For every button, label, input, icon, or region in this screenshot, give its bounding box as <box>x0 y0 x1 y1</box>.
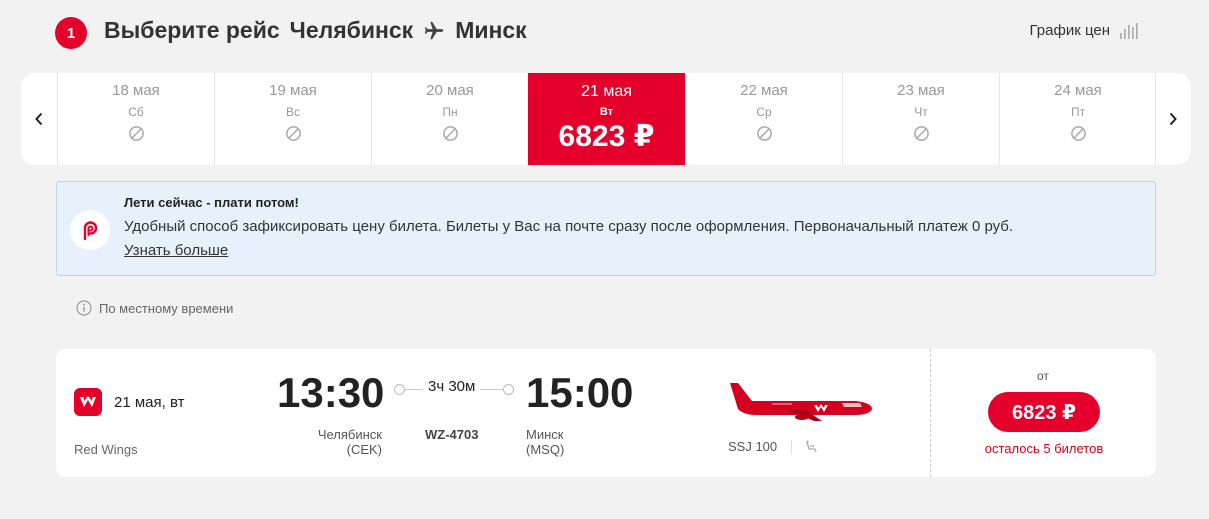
origin-city: Челябинск <box>289 17 414 43</box>
select-flight-price-button[interactable]: 6823 ₽ <box>988 392 1100 432</box>
chevron-right-icon <box>1169 112 1177 126</box>
aircraft-model: SSJ 100 <box>728 439 818 454</box>
departure-city-name: Челябинск <box>317 427 382 442</box>
info-icon <box>76 300 92 316</box>
weekday-label: Чт <box>914 105 928 119</box>
price-graph-label: График цен <box>1029 22 1110 39</box>
unavailable-icon <box>372 125 528 142</box>
weekday-label: Пн <box>442 105 458 119</box>
date-cell-24[interactable]: 24 мая Пт <box>999 73 1156 165</box>
card-divider <box>930 349 931 477</box>
learn-more-link[interactable]: Узнать больше <box>124 242 228 259</box>
date-cell-18[interactable]: 18 мая Сб <box>57 73 214 165</box>
aircraft-image <box>730 383 872 421</box>
destination-city: Минск <box>455 17 527 43</box>
flight-card[interactable]: 21 мая, вт Red Wings 13:30 3ч 30м 15:00 … <box>56 349 1156 477</box>
date-label: 20 мая <box>426 82 474 99</box>
date-label: 18 мая <box>112 82 160 99</box>
flight-number: WZ-4703 <box>425 427 479 442</box>
arrival-time: 15:00 <box>526 369 634 416</box>
date-cell-20[interactable]: 20 мая Пн <box>371 73 528 165</box>
prev-dates-button[interactable] <box>21 73 57 165</box>
unavailable-icon <box>843 125 999 142</box>
step-badge: 1 <box>55 17 87 49</box>
arrival-airport-code: (MSQ) <box>526 442 565 457</box>
unavailable-icon <box>686 125 842 142</box>
unavailable-icon <box>58 125 214 142</box>
date-cell-22[interactable]: 22 мая Ср <box>685 73 842 165</box>
local-time-notice: По местному времени <box>76 300 233 316</box>
aircraft-model-label: SSJ 100 <box>728 439 778 454</box>
date-label: 22 мая <box>740 82 788 99</box>
chevron-left-icon <box>35 112 43 126</box>
title-prefix: Выберите рейс <box>104 17 280 43</box>
weekday-label: Сб <box>128 105 144 119</box>
weekday-label: Пт <box>1070 105 1086 119</box>
local-time-label: По местному времени <box>99 300 234 316</box>
page-title: Выберите рейс Челябинск Минск <box>104 17 527 44</box>
installment-logo-icon <box>70 210 110 250</box>
flight-date: 21 мая, вт <box>114 394 185 411</box>
date-label: 21 мая <box>581 83 632 100</box>
date-cell-23[interactable]: 23 мая Чт <box>842 73 999 165</box>
date-price: 6823 ₽ <box>558 120 655 153</box>
airline-name: Red Wings <box>74 442 138 457</box>
weekday-label: Вт <box>599 106 614 118</box>
arrival-city-name: Минск <box>526 427 564 442</box>
arrival-city: Минск (MSQ) <box>526 427 564 457</box>
red-wings-logo <box>74 388 102 416</box>
installment-promo-banner: Лети сейчас - плати потом! Удобный спосо… <box>56 181 1156 276</box>
departure-dot <box>394 384 405 395</box>
departure-airport-code: (CEK) <box>346 442 382 457</box>
bar-chart-icon <box>1120 22 1138 39</box>
date-selector: 18 мая Сб 19 мая Вс 20 мая Пн 21 мая Вт … <box>21 73 1191 165</box>
airplane-icon <box>425 21 444 39</box>
price-from-label: от <box>1037 369 1049 383</box>
departure-city: Челябинск (CEK) <box>282 427 382 457</box>
seats-left-label: осталось 5 билетов <box>984 441 1104 456</box>
weekday-label: Вс <box>285 105 300 119</box>
date-label: 24 мая <box>1054 82 1102 99</box>
seat-icon <box>806 440 817 452</box>
date-cell-19[interactable]: 19 мая Вс <box>214 73 371 165</box>
next-dates-button[interactable] <box>1155 73 1191 165</box>
promo-title: Лети сейчас - плати потом! <box>124 195 299 210</box>
promo-text: Удобный способ зафиксировать цену билета… <box>124 218 1014 235</box>
departure-time: 13:30 <box>277 369 385 416</box>
flight-duration: 3ч 30м <box>423 378 481 395</box>
arrival-dot <box>503 384 514 395</box>
unavailable-icon <box>215 125 371 142</box>
price-graph-button[interactable]: График цен <box>1030 22 1139 39</box>
unavailable-icon <box>1000 125 1156 142</box>
date-label: 23 мая <box>897 82 945 99</box>
page-header: 1 Выберите рейс Челябинск Минск График ц… <box>55 14 1145 50</box>
weekday-label: Ср <box>756 105 772 119</box>
date-cell-21-selected[interactable]: 21 мая Вт 6823 ₽ <box>528 73 685 165</box>
date-label: 19 мая <box>269 82 317 99</box>
